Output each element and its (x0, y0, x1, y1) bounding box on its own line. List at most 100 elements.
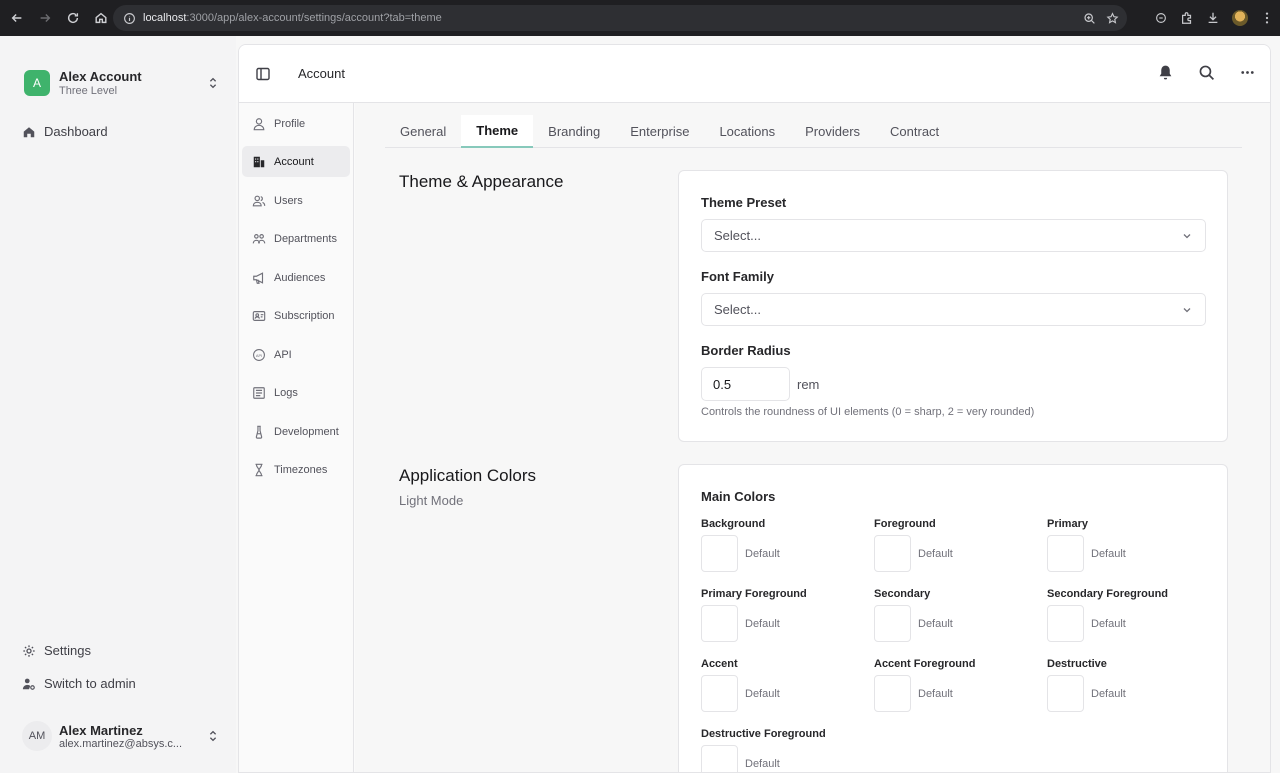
browser-toolbar: localhost:3000/app/alex-account/settings… (0, 0, 1280, 36)
color-picker[interactable] (874, 535, 911, 572)
theme-section-title: Theme & Appearance (399, 172, 564, 191)
arrow-left-icon (11, 14, 22, 22)
theme-preset-select[interactable]: Select... (701, 219, 1206, 252)
subnav-item-account[interactable]: Account (242, 146, 350, 177)
back-button[interactable] (4, 5, 30, 31)
user-menu[interactable]: AM Alex Martinez alex.martinez@absys.c..… (22, 716, 220, 756)
swatch-primary: Primary Default (1047, 518, 1217, 574)
sidebar-item-label: Settings (44, 643, 91, 658)
arrow-right-icon (40, 14, 51, 22)
browser-menu-icon[interactable] (1260, 11, 1274, 25)
settings-subnav: Profile Account Users Departments Audien… (239, 103, 354, 772)
account-avatar: A (24, 70, 50, 96)
page-title: Account (298, 66, 345, 81)
tab-locations[interactable]: Locations (704, 115, 790, 148)
download-icon[interactable] (1206, 11, 1220, 25)
more-horizontal-icon[interactable] (1239, 64, 1256, 81)
swatch-destructive: Destructive Default (1047, 658, 1217, 714)
home-icon (23, 126, 35, 137)
browser-profile-avatar[interactable] (1232, 10, 1248, 26)
hourglass-icon (255, 463, 263, 476)
font-family-select[interactable]: Select... (701, 293, 1206, 326)
color-picker[interactable] (701, 535, 738, 572)
color-picker[interactable] (1047, 605, 1084, 642)
swatch-accent-foreground: Accent Foreground Default (874, 658, 1044, 714)
color-picker[interactable] (1047, 675, 1084, 712)
tab-general[interactable]: General (385, 115, 461, 148)
theme-card: Theme Preset Select... Font Family Selec… (678, 170, 1228, 442)
subnav-item-api[interactable]: API API (242, 339, 350, 370)
extensions-puzzle-icon[interactable] (1180, 11, 1194, 25)
main-panel: Account Profile Account Users Department… (238, 44, 1271, 773)
tab-theme[interactable]: Theme (461, 115, 534, 148)
color-picker[interactable] (701, 745, 738, 772)
users-icon (252, 195, 266, 206)
tab-branding[interactable]: Branding (533, 115, 615, 148)
subnav-item-development[interactable]: Development (242, 416, 350, 447)
color-picker[interactable] (701, 605, 738, 642)
info-icon[interactable] (122, 11, 136, 25)
app-sidebar: A Alex Account Three Level Dashboard Set… (0, 36, 236, 773)
subnav-item-users[interactable]: Users (242, 185, 350, 216)
user-email: alex.martinez@absys.c... (59, 737, 183, 750)
theme-preset-label: Theme Preset (701, 195, 787, 210)
subnav-item-subscription[interactable]: Subscription (242, 300, 350, 331)
bell-icon[interactable] (1157, 64, 1174, 81)
url-text: localhost:3000/app/alex-account/settings… (143, 12, 442, 24)
departments-icon (252, 233, 266, 243)
settings-content: General Theme Branding Enterprise Locati… (355, 103, 1270, 772)
page-header: Account (239, 45, 1270, 103)
border-radius-label: Border Radius (701, 343, 791, 358)
swatch-secondary-foreground: Secondary Foreground Default (1047, 588, 1217, 644)
user-icon (253, 117, 265, 130)
home-button[interactable] (88, 5, 114, 31)
subnav-item-audiences[interactable]: Audiences (242, 262, 350, 293)
account-switcher[interactable]: A Alex Account Three Level (24, 66, 220, 100)
chevrons-up-down-icon (209, 77, 217, 89)
swatch-primary-foreground: Primary Foreground Default (701, 588, 871, 644)
settings-tabs: General Theme Branding Enterprise Locati… (385, 115, 1242, 148)
colors-section-title: Application Colors (399, 466, 537, 485)
color-picker[interactable] (874, 605, 911, 642)
forward-button[interactable] (32, 5, 58, 31)
sidebar-item-settings[interactable]: Settings (22, 643, 91, 658)
swatch-accent: Accent Default (701, 658, 871, 714)
colors-card: Main Colors Background Default Foregroun… (678, 464, 1228, 772)
subnav-item-timezones[interactable]: Timezones (242, 454, 350, 485)
border-radius-input[interactable]: 0.5 (701, 367, 790, 401)
reload-button[interactable] (60, 5, 86, 31)
chevron-down-icon (1183, 234, 1191, 239)
address-bar[interactable]: localhost:3000/app/alex-account/settings… (113, 5, 1127, 31)
tab-providers[interactable]: Providers (790, 115, 875, 148)
home-icon (95, 12, 107, 24)
sidebar-item-switch-admin[interactable]: Switch to admin (22, 676, 136, 691)
subnav-item-departments[interactable]: Departments (242, 223, 350, 254)
sidebar-item-dashboard[interactable]: Dashboard (22, 124, 108, 139)
subscription-icon (252, 310, 266, 321)
color-picker[interactable] (874, 675, 911, 712)
swatch-foreground: Foreground Default (874, 518, 1044, 574)
swatch-secondary: Secondary Default (874, 588, 1044, 644)
colors-section-subtitle: Light Mode (399, 493, 464, 508)
extension-status-icon[interactable] (1154, 11, 1168, 25)
tab-contract[interactable]: Contract (875, 115, 954, 148)
subnav-item-profile[interactable]: Profile (242, 108, 350, 139)
building-icon (253, 156, 265, 167)
gear-icon (23, 644, 35, 657)
avatar: AM (22, 721, 52, 751)
flask-icon (255, 425, 263, 439)
zoom-icon[interactable] (1083, 12, 1096, 25)
swatch-background: Background Default (701, 518, 871, 574)
sidebar-toggle-icon[interactable] (255, 66, 271, 82)
color-picker[interactable] (701, 675, 738, 712)
tab-enterprise[interactable]: Enterprise (615, 115, 704, 148)
color-picker[interactable] (1047, 535, 1084, 572)
account-level: Three Level (59, 85, 118, 97)
font-family-label: Font Family (701, 269, 774, 284)
bookmark-star-icon[interactable] (1106, 11, 1119, 25)
search-icon[interactable] (1198, 64, 1215, 81)
api-icon: API (253, 348, 265, 361)
svg-text:API: API (256, 352, 262, 357)
subnav-item-logs[interactable]: Logs (242, 377, 350, 408)
account-name: Alex Account (59, 69, 142, 84)
